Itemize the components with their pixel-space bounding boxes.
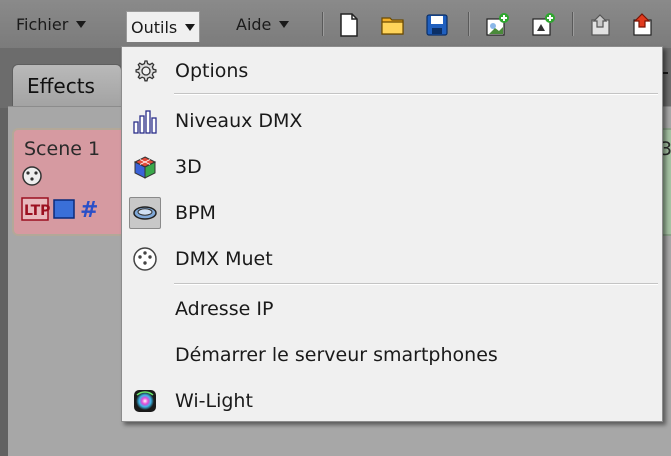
svg-text:LTP: LTP xyxy=(24,203,50,219)
bar-levels-icon xyxy=(129,105,161,137)
menu-bar: Fichier Outils Aide xyxy=(0,0,671,49)
chevron-down-icon xyxy=(76,20,87,28)
disc-icon xyxy=(129,197,161,229)
dmx-connector-icon xyxy=(129,243,161,275)
menu-item-niveaux-dmx[interactable]: Niveaux DMX xyxy=(126,101,656,141)
open-folder-icon xyxy=(381,17,404,35)
menu-item-3d[interactable]: 3D xyxy=(126,147,656,187)
menu-item-3d-label: 3D xyxy=(175,156,202,178)
dmx-connector-icon xyxy=(22,166,42,186)
new-file-icon xyxy=(340,13,358,37)
menu-item-adresse-ip[interactable]: Adresse IP xyxy=(126,289,656,329)
open-folder-button[interactable] xyxy=(380,12,406,38)
save-button[interactable] xyxy=(424,12,450,38)
chevron-down-icon xyxy=(185,23,196,31)
menu-separator xyxy=(174,93,658,95)
save-icon xyxy=(426,14,448,36)
menu-item-wi-light[interactable]: Wi-Light xyxy=(126,381,656,421)
menu-separator xyxy=(174,283,658,285)
menu-outils-label: Outils xyxy=(131,17,178,37)
menu-item-dmx-muet[interactable]: DMX Muet xyxy=(126,239,656,279)
menu-item-niveaux-dmx-label: Niveaux DMX xyxy=(175,110,303,132)
chevron-down-icon xyxy=(279,20,290,28)
menu-item-serveur-smartphones-label: Démarrer le serveur smartphones xyxy=(175,344,498,366)
menu-fichier[interactable]: Fichier xyxy=(16,12,87,36)
menu-item-bpm[interactable]: BPM xyxy=(126,193,656,233)
scene-title: Scene 1 xyxy=(24,138,101,160)
toolbar-separator xyxy=(322,12,324,36)
new-file-button[interactable] xyxy=(336,12,362,38)
import-button[interactable] xyxy=(630,12,656,38)
svg-text:#: # xyxy=(80,198,98,223)
menu-item-adresse-ip-label: Adresse IP xyxy=(175,298,274,320)
ltp-icon: LTP xyxy=(21,197,50,221)
menu-item-wi-light-label: Wi-Light xyxy=(175,390,253,412)
scene-icons: LTP # xyxy=(20,164,120,236)
wi-light-icon xyxy=(129,385,161,417)
toolbar-separator xyxy=(468,12,470,36)
menu-fichier-label: Fichier xyxy=(16,14,69,34)
add-scene-icon xyxy=(486,13,509,36)
back-icon xyxy=(591,14,610,36)
menu-item-bpm-label: BPM xyxy=(175,202,216,224)
toolbar-separator xyxy=(572,12,574,36)
add-step-button[interactable] xyxy=(530,12,556,38)
tab-effects[interactable]: Effects xyxy=(12,64,122,106)
color-square-icon xyxy=(53,199,75,219)
tab-effects-label: Effects xyxy=(27,73,95,98)
menu-outils[interactable]: Outils xyxy=(126,11,201,42)
import-icon xyxy=(633,13,652,36)
add-scene-button[interactable] xyxy=(484,12,510,38)
menu-item-serveur-smartphones[interactable]: Démarrer le serveur smartphones xyxy=(126,335,656,375)
menu-item-dmx-muet-label: DMX Muet xyxy=(175,248,273,270)
hash-icon: # xyxy=(80,198,98,223)
cube-3d-icon xyxy=(129,151,161,183)
menu-aide-label: Aide xyxy=(236,14,272,34)
menu-item-options-label: Options xyxy=(175,60,249,82)
add-step-icon xyxy=(532,13,555,36)
menu-item-options[interactable]: Options xyxy=(126,51,656,91)
menu-aide[interactable]: Aide xyxy=(236,12,290,36)
gear-icon xyxy=(129,55,161,87)
outils-dropdown-menu: Options Niveaux DMX 3D BPM DMX Muet Adre… xyxy=(121,46,663,422)
export-button[interactable] xyxy=(588,12,614,38)
